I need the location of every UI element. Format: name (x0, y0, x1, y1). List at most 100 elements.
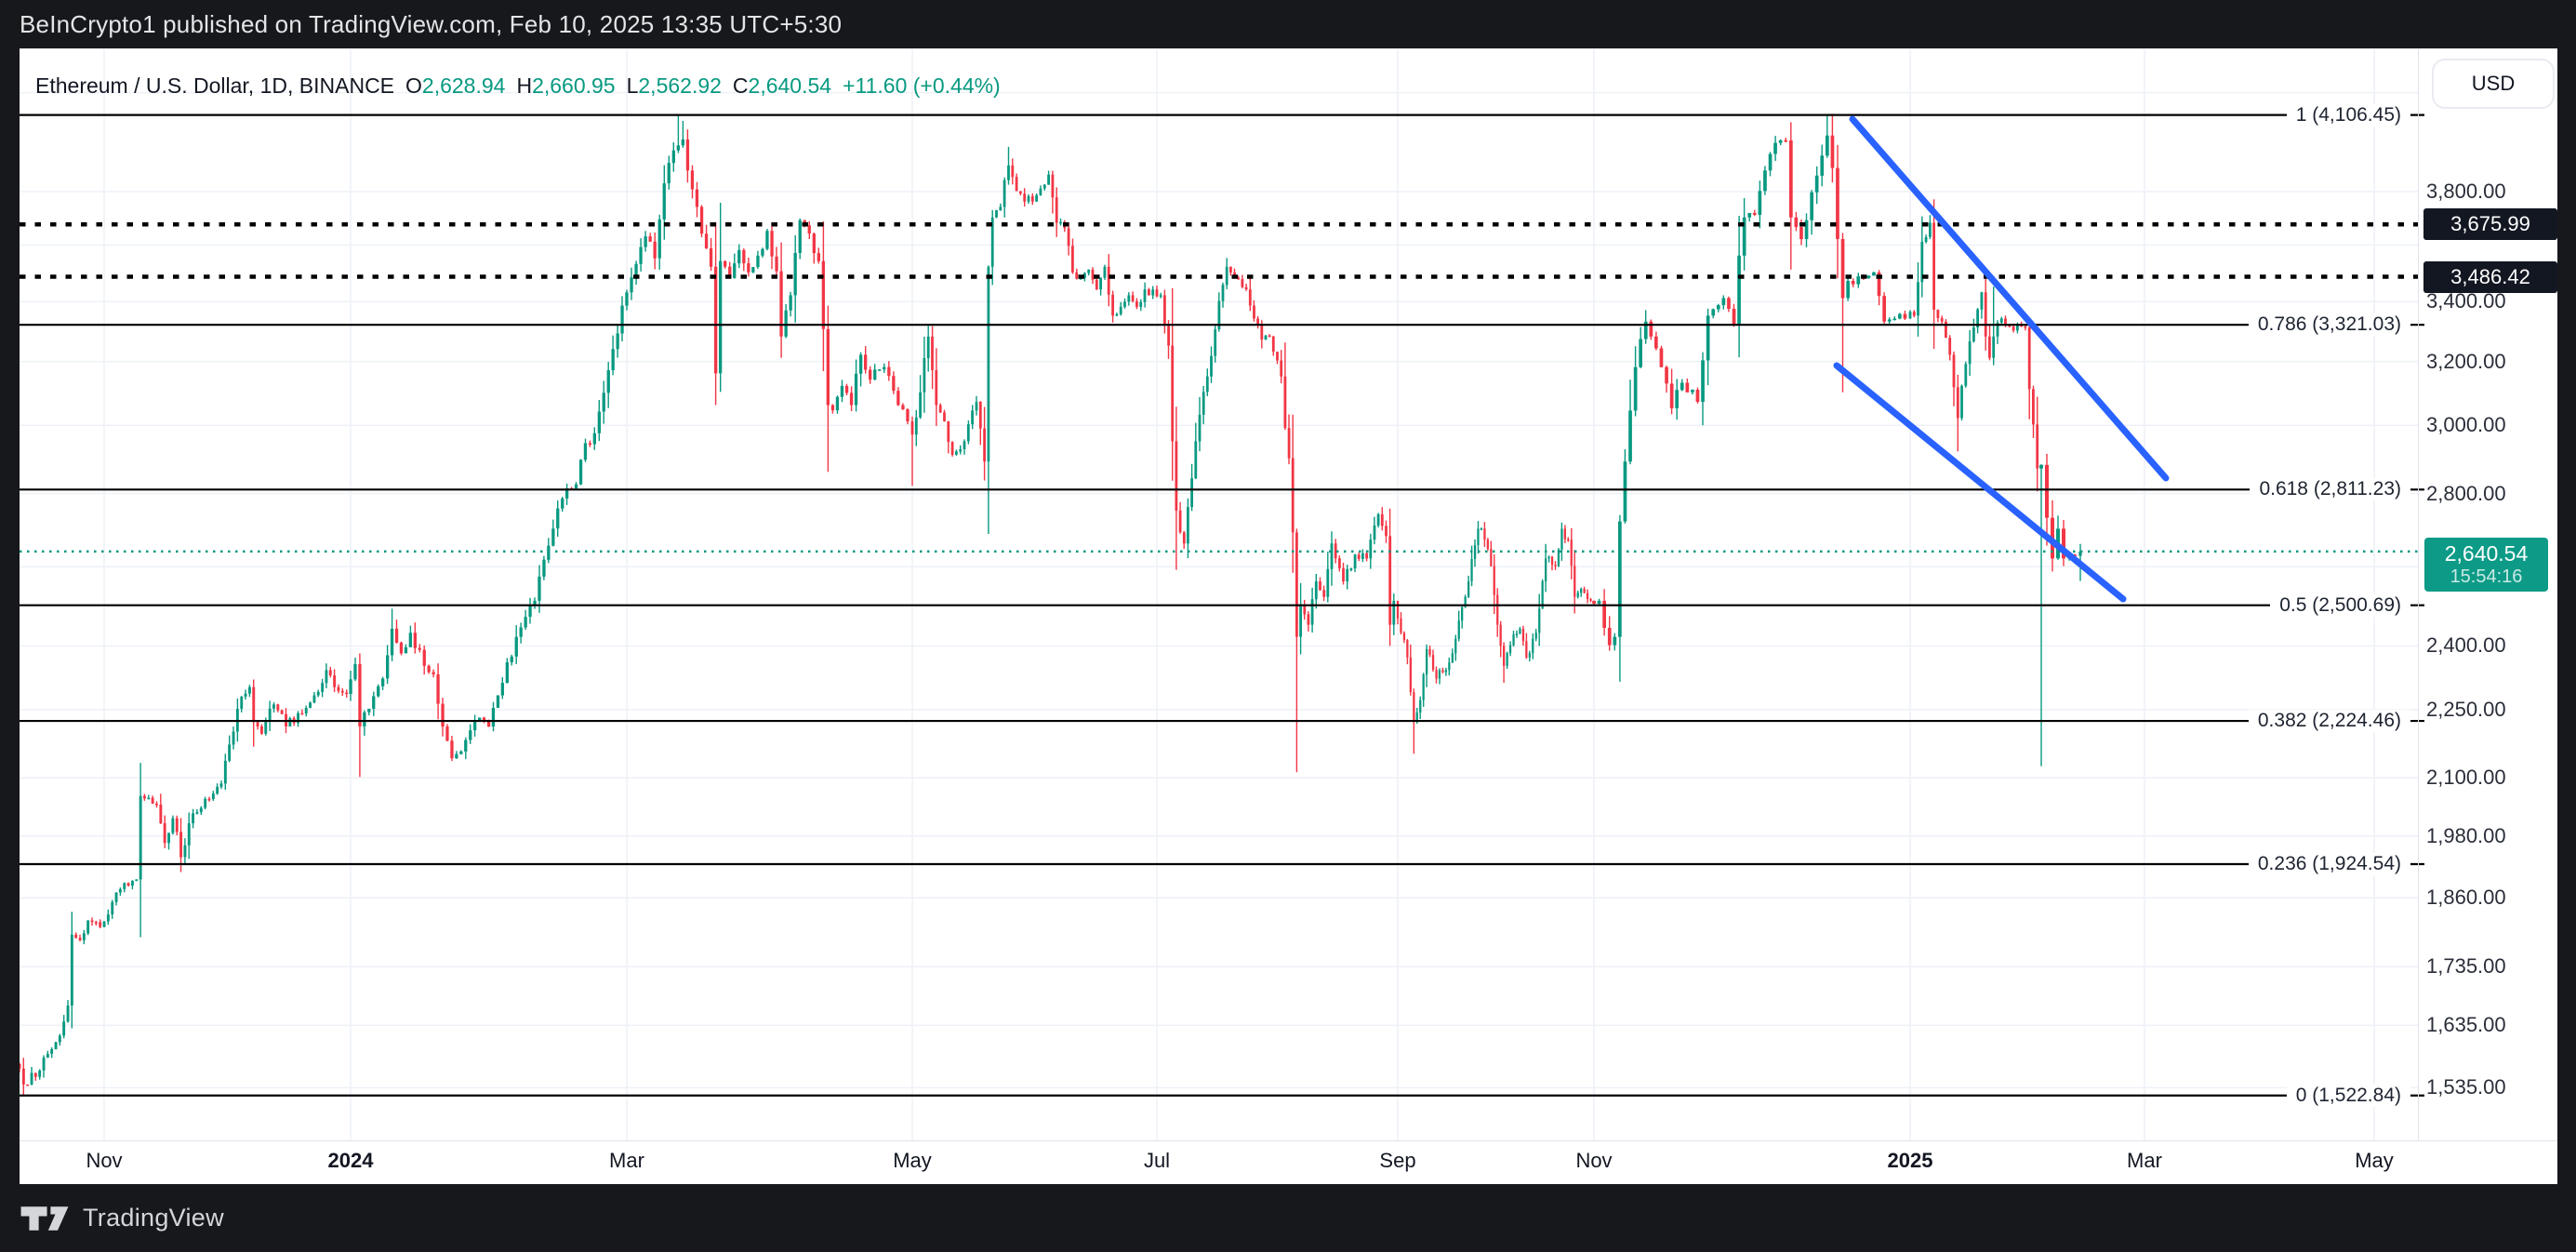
candle (43, 1058, 46, 1071)
candle (1747, 213, 1751, 218)
candle (1365, 553, 1368, 559)
candle (31, 1073, 33, 1085)
candle (1810, 193, 1813, 220)
time-axis-label: Nov (1575, 1149, 1612, 1173)
candle (983, 429, 986, 462)
candle (345, 693, 348, 695)
candle (1799, 227, 1803, 239)
candle (103, 922, 106, 927)
candle (395, 629, 398, 643)
candle (492, 708, 495, 726)
candle (1516, 633, 1518, 635)
candle (1346, 569, 1348, 581)
candle (1477, 528, 1479, 545)
candle (1608, 628, 1612, 646)
candle (705, 233, 708, 248)
candle (171, 819, 174, 833)
candle (1820, 155, 1824, 176)
candle (1665, 367, 1668, 384)
candle (542, 560, 545, 577)
currency-button[interactable]: USD (2432, 59, 2555, 109)
candle (353, 664, 356, 679)
candle (1904, 314, 1907, 319)
candle (260, 726, 263, 734)
candle (459, 752, 462, 754)
candle (1214, 329, 1216, 356)
candle (176, 819, 179, 832)
candle (1156, 289, 1159, 296)
attribution-text: BeInCrypto1 published on TradingView.com… (0, 10, 842, 39)
attribution-bar: BeInCrypto1 published on TradingView.com… (0, 0, 2576, 48)
candle (561, 499, 564, 509)
candlestick-chart[interactable] (20, 49, 2557, 1185)
candle (1512, 634, 1514, 645)
time-axis-separator (20, 1140, 2557, 1141)
candle (1856, 276, 1860, 285)
candle (220, 783, 223, 787)
candle (432, 673, 435, 674)
candle (1587, 593, 1588, 600)
candle (756, 256, 759, 267)
candle (1019, 192, 1022, 194)
change-value: +11.60 (+0.44%) (843, 73, 1001, 99)
candle (672, 151, 675, 164)
candle (428, 666, 431, 673)
candles-up (31, 115, 2082, 1086)
upper-channel-line (1852, 119, 2166, 478)
candle (691, 170, 694, 189)
candle (841, 386, 843, 397)
candle (1242, 279, 1244, 287)
chart-area[interactable]: Ethereum / U.S. Dollar, 1D, BINANCE O2,6… (20, 48, 2557, 1185)
candle (658, 220, 661, 259)
lower-channel-line (1837, 366, 2123, 599)
candle (1929, 223, 1932, 237)
symbol-title: Ethereum / U.S. Dollar, 1D, BINANCE (35, 73, 394, 99)
candle (794, 253, 797, 295)
candle (1190, 478, 1193, 507)
candle (1779, 140, 1783, 143)
candle (1104, 267, 1107, 278)
candle (1598, 601, 1601, 604)
candle (1406, 640, 1408, 658)
candle (1245, 287, 1248, 289)
time-axis-label: May (2355, 1149, 2394, 1173)
candle (915, 418, 918, 434)
candle (963, 441, 966, 449)
candle (1163, 295, 1166, 326)
candle (1342, 568, 1345, 581)
candle (1691, 390, 1694, 393)
candle (976, 402, 978, 410)
candle (1253, 306, 1255, 319)
candle (836, 397, 839, 410)
candle (1354, 554, 1357, 568)
candle (1872, 273, 1876, 276)
candle (1789, 140, 1793, 218)
fib-level-label: 0.382 (2,224.46) (2249, 710, 2410, 732)
candle (887, 367, 890, 377)
candle (1701, 360, 1705, 402)
last-price-label: 2,640.54 15:54:16 (2424, 538, 2548, 592)
candle (931, 337, 934, 370)
time-axis-label: Sep (1379, 1149, 1415, 1173)
candle (1519, 629, 1520, 633)
candle (1183, 532, 1186, 543)
candle (1108, 267, 1110, 295)
candle (1284, 377, 1287, 428)
candle (630, 277, 632, 292)
candle (1031, 196, 1034, 202)
candle (813, 233, 816, 253)
candle (405, 647, 407, 654)
candle (1003, 180, 1006, 207)
candle (1132, 295, 1135, 301)
candle (1545, 558, 1547, 581)
candle (1135, 301, 1138, 307)
candle (850, 393, 853, 405)
candle (1769, 154, 1773, 171)
candle (313, 696, 316, 703)
candle (1369, 539, 1372, 558)
candle (644, 236, 647, 247)
candle (995, 210, 998, 218)
candle (1292, 459, 1295, 533)
candle (710, 248, 712, 267)
candle (1210, 356, 1213, 377)
